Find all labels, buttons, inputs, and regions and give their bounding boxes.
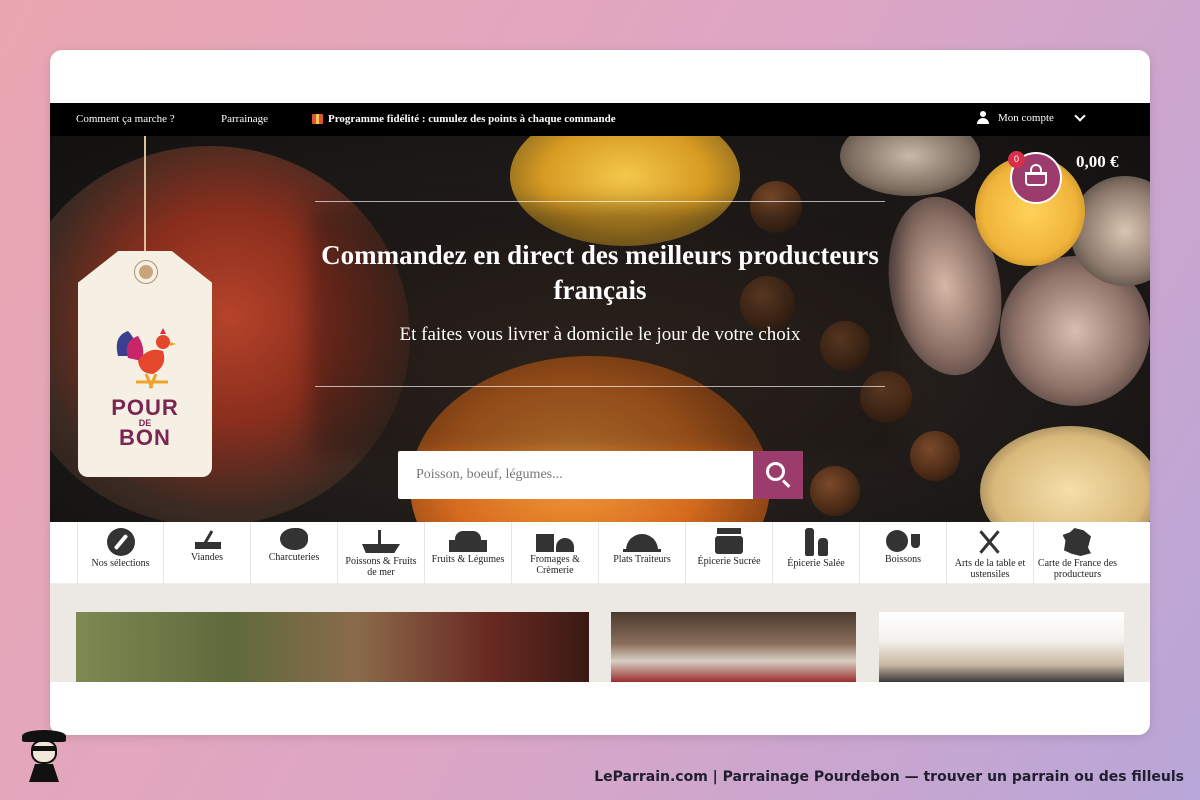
chestnut-image — [910, 431, 960, 481]
compass-icon — [106, 528, 135, 556]
category-epicerie-sucree[interactable]: Épicerie Sucrée — [686, 522, 773, 584]
cart-count-badge: 0 — [1008, 151, 1025, 168]
category-fromages[interactable]: Fromages & Crèmerie — [512, 522, 599, 584]
category-viandes[interactable]: Viandes — [164, 522, 251, 584]
top-bar: Comment ça marche ? Parrainage Programme… — [50, 103, 1150, 136]
hero-divider — [315, 201, 885, 202]
how-it-works-link[interactable]: Comment ça marche ? — [76, 113, 175, 125]
ham-icon — [280, 528, 308, 550]
cloche-icon — [623, 528, 661, 552]
oyster-image — [840, 136, 980, 196]
referral-link[interactable]: Parrainage — [221, 113, 268, 125]
boat-icon — [362, 528, 400, 554]
cheese-image — [980, 426, 1150, 522]
utensils-icon — [975, 528, 1005, 556]
category-epicerie-salee[interactable]: Épicerie Salée — [773, 522, 860, 584]
rooster-logo-icon — [116, 328, 176, 389]
search-input[interactable] — [398, 451, 803, 499]
category-poissons[interactable]: Poissons & Fruits de mer — [338, 522, 425, 584]
gift-icon — [312, 114, 323, 124]
cart-total[interactable]: 0,00 € — [1076, 152, 1119, 172]
category-fruits-legumes[interactable]: Fruits & Légumes — [425, 522, 512, 584]
category-nos-selections[interactable]: Nos sélections — [77, 522, 164, 584]
chevron-down-icon — [1074, 110, 1086, 122]
bottle-icon — [801, 528, 831, 556]
account-label: Mon compte — [998, 112, 1054, 124]
featured-card-steak[interactable] — [611, 612, 856, 682]
category-plats-traiteurs[interactable]: Plats Traiteurs — [599, 522, 686, 584]
category-arts-table[interactable]: Arts de la table et ustensiles — [947, 522, 1034, 584]
hero-title: Commandez en direct des meilleurs produc… — [321, 240, 879, 305]
france-map-icon — [1062, 528, 1091, 556]
logo-wordmark: POUR DE BON — [111, 395, 179, 450]
user-icon — [976, 111, 990, 125]
mascot-logo — [20, 728, 68, 782]
crate-icon — [449, 528, 487, 552]
loyalty-promo-text: Programme fidélité : cumulez des points … — [328, 113, 616, 125]
browser-window: Comment ça marche ? Parrainage Programme… — [50, 50, 1150, 735]
account-menu[interactable]: Mon compte — [976, 110, 1086, 125]
chestnut-image — [810, 466, 860, 516]
category-nav: Nos sélections Viandes Charcuteries Pois… — [50, 522, 1150, 584]
featured-card-meat[interactable] — [76, 612, 589, 682]
basket-icon — [1025, 172, 1047, 186]
category-charcuteries[interactable]: Charcuteries — [251, 522, 338, 584]
tag-string — [144, 136, 146, 266]
hero-subtitle: Et faites vous livrer à domicile le jour… — [399, 324, 801, 345]
barrel-icon — [886, 528, 920, 552]
hero-banner: POUR DE BON Commandez en direct des meil… — [50, 136, 1150, 522]
cheese-icon — [536, 528, 574, 552]
hero-divider — [315, 386, 885, 387]
category-carte-france[interactable]: Carte de France des producteurs — [1034, 522, 1121, 584]
featured-card-dish[interactable] — [879, 612, 1124, 682]
footer-caption: LeParrain.com | Parrainage Pourdebon — t… — [594, 769, 1184, 785]
loyalty-promo-link[interactable]: Programme fidélité : cumulez des points … — [312, 113, 616, 125]
category-boissons[interactable]: Boissons — [860, 522, 947, 584]
search-button[interactable] — [753, 451, 803, 499]
jar-icon — [715, 528, 743, 554]
cleaver-icon — [193, 528, 221, 550]
search-icon — [766, 462, 785, 481]
